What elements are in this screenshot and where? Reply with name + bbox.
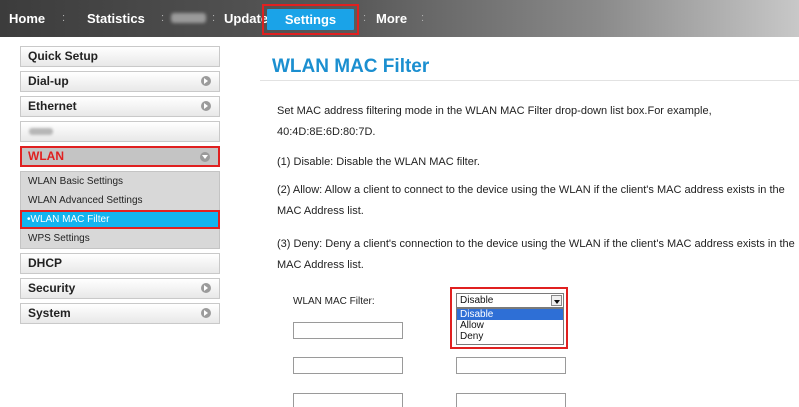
allow-description: (2) Allow: Allow a client to connect to … (277, 184, 785, 217)
sidebar: Quick Setup Dial-up Ethernet WLAN WLAN B… (20, 46, 220, 328)
sidebar-subitem-wlan-mac-filter[interactable]: •WLAN MAC Filter (20, 210, 220, 229)
sidebar-item-label: System (28, 306, 71, 320)
deny-description: (3) Deny: Deny a client's connection to … (277, 238, 795, 271)
redacted-label (29, 128, 53, 135)
nav-separator: : (212, 12, 216, 24)
sidebar-subitem-wlan-advanced[interactable]: WLAN Advanced Settings (21, 191, 219, 210)
sidebar-item-label: Quick Setup (28, 49, 99, 63)
option-disable[interactable]: Disable (457, 309, 563, 320)
chevron-right-icon (201, 283, 211, 293)
chevron-right-icon (201, 76, 211, 86)
mac-address-input[interactable] (456, 393, 566, 407)
mac-filter-options: Disable Allow Deny (456, 308, 564, 345)
nav-redacted-item[interactable] (171, 13, 206, 23)
disable-description: (1) Disable: Disable the WLAN MAC filter… (277, 156, 480, 168)
sidebar-item-security[interactable]: Security (20, 278, 220, 299)
dropdown-arrow-icon[interactable] (551, 295, 562, 306)
sidebar-subitem-wps[interactable]: WPS Settings (21, 229, 219, 248)
sidebar-subitem-wlan-basic[interactable]: WLAN Basic Settings (21, 172, 219, 191)
page-title: WLAN MAC Filter (272, 56, 430, 77)
sidebar-item-wlan[interactable]: WLAN (20, 146, 220, 167)
sidebar-item-ethernet[interactable]: Ethernet (20, 96, 220, 117)
sidebar-item-quick-setup[interactable]: Quick Setup (20, 46, 220, 67)
mac-address-input[interactable] (293, 322, 403, 339)
nav-home[interactable]: Home (9, 11, 45, 26)
mac-filter-select[interactable]: Disable (456, 293, 564, 308)
nav-statistics[interactable]: Statistics (87, 11, 145, 26)
option-deny[interactable]: Deny (457, 331, 563, 342)
sidebar-item-system[interactable]: System (20, 303, 220, 324)
select-value: Disable (460, 295, 494, 306)
sidebar-item-label: Dial-up (28, 74, 69, 88)
sidebar-item-label: DHCP (28, 256, 63, 270)
sidebar-item-label: Ethernet (28, 99, 77, 113)
chevron-right-icon (201, 101, 211, 111)
title-divider (260, 80, 799, 81)
wlan-submenu: WLAN Basic Settings WLAN Advanced Settin… (20, 171, 220, 249)
sidebar-item-dhcp[interactable]: DHCP (20, 253, 220, 274)
nav-settings-highlight: Settings (262, 4, 359, 35)
nav-separator: : (161, 12, 165, 24)
mac-address-input[interactable] (293, 357, 403, 374)
nav-more[interactable]: More (376, 11, 407, 26)
app-window: Home : Statistics : : Update Settings : … (0, 0, 799, 407)
sidebar-item-redacted[interactable] (20, 121, 220, 142)
nav-settings[interactable]: Settings (267, 9, 354, 30)
sidebar-item-label: WLAN (28, 149, 64, 163)
top-nav: Home : Statistics : : Update Settings : … (0, 0, 799, 37)
intro-text: Set MAC address filtering mode in the WL… (277, 105, 712, 138)
nav-separator: : (62, 12, 66, 24)
mac-address-input[interactable] (456, 357, 566, 374)
chevron-right-icon (201, 308, 211, 318)
option-allow[interactable]: Allow (457, 320, 563, 331)
chevron-down-icon (200, 152, 210, 162)
nav-separator: : (363, 12, 367, 24)
sidebar-item-dialup[interactable]: Dial-up (20, 71, 220, 92)
nav-separator: : (421, 12, 425, 24)
sidebar-item-label: Security (28, 281, 76, 295)
mac-address-input[interactable] (293, 393, 403, 407)
mac-filter-label: WLAN MAC Filter: (293, 296, 375, 307)
